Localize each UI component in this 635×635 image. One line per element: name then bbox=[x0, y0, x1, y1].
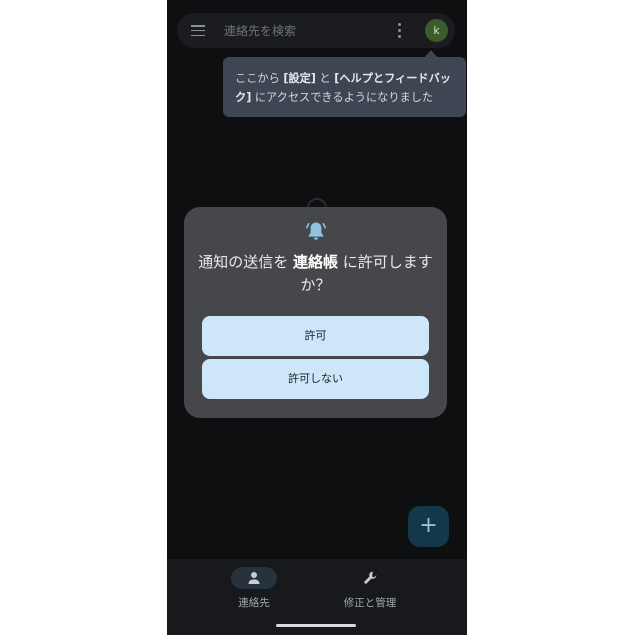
person-icon bbox=[248, 572, 260, 584]
dialog-app-name: 連絡帳 bbox=[292, 253, 338, 271]
avatar[interactable]: k bbox=[425, 19, 448, 42]
home-indicator[interactable] bbox=[276, 624, 356, 627]
allow-button[interactable]: 許可 bbox=[202, 316, 429, 356]
nav-label-contacts: 連絡先 bbox=[238, 597, 270, 609]
more-options-icon[interactable] bbox=[398, 23, 402, 39]
nav-active-indicator bbox=[231, 567, 277, 589]
search-input[interactable]: 連絡先を検索 bbox=[224, 22, 296, 39]
dialog-title-prefix: 通知の送信を bbox=[198, 253, 293, 271]
wrench-icon bbox=[363, 571, 377, 585]
nav-label-fix-manage: 修正と管理 bbox=[343, 597, 397, 609]
search-bar[interactable]: 連絡先を検索 k bbox=[177, 13, 455, 48]
phone-screen: 連絡先を検索 k ここから [設定] と [ヘルプとフィードバック] にアクセス… bbox=[167, 0, 467, 635]
tooltip: ここから [設定] と [ヘルプとフィードバック] にアクセスできるようになりま… bbox=[223, 57, 466, 117]
menu-icon[interactable] bbox=[191, 25, 205, 37]
permission-dialog: 通知の送信を 連絡帳 に許可しますか？ 許可 許可しない bbox=[184, 207, 447, 418]
add-contact-button[interactable]: + bbox=[408, 506, 449, 547]
nav-item-contacts[interactable]: 連絡先 bbox=[194, 567, 314, 610]
tooltip-text: ここから bbox=[235, 72, 284, 85]
nav-icon-holder bbox=[347, 567, 393, 589]
tooltip-settings: [設定] bbox=[283, 72, 316, 85]
bell-icon bbox=[304, 219, 328, 243]
deny-button[interactable]: 許可しない bbox=[202, 359, 429, 399]
tooltip-text: と bbox=[315, 72, 335, 85]
dialog-title: 通知の送信を 連絡帳 に許可しますか？ bbox=[198, 251, 433, 297]
tooltip-text: にアクセスできるようになりました bbox=[251, 91, 434, 104]
nav-item-fix-manage[interactable]: 修正と管理 bbox=[310, 567, 430, 610]
